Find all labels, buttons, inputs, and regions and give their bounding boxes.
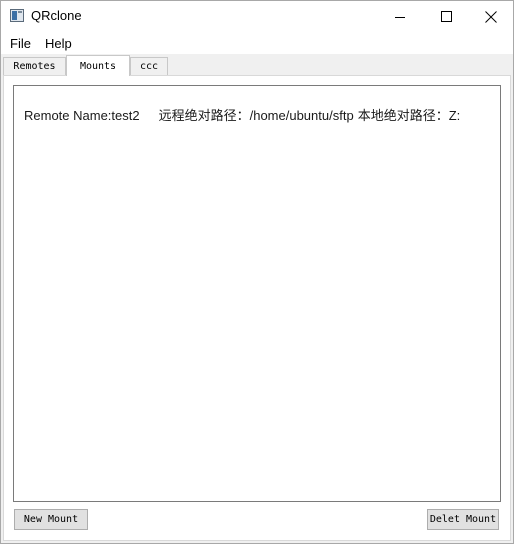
remote-path: 远程绝对路径：/home/ubuntu/sftp (158, 108, 354, 123)
tab-mounts[interactable]: Mounts (66, 55, 130, 76)
delete-mount-button[interactable]: Delet Mount (427, 509, 499, 530)
maximize-icon (440, 11, 452, 22)
window-title: QRclone (31, 8, 82, 23)
new-mount-button[interactable]: New Mount (14, 509, 88, 530)
minimize-icon (395, 16, 405, 18)
close-icon (485, 10, 497, 23)
app-window: QRclone File Help Remotes Mounts ccc Rem… (0, 0, 514, 544)
tab-ccc[interactable]: ccc (130, 57, 168, 75)
list-item[interactable]: Remote Name:test2 远程绝对路径：/home/ubuntu/sft… (24, 105, 460, 124)
app-icon (10, 9, 24, 22)
local-path: 本地绝对路径：Z: (357, 108, 461, 123)
maximize-button[interactable] (423, 1, 469, 32)
menu-bar: File Help (1, 32, 513, 54)
mount-list[interactable]: Remote Name:test2 远程绝对路径：/home/ubuntu/sft… (13, 85, 501, 502)
close-button[interactable] (468, 1, 514, 32)
minimize-button[interactable] (377, 1, 423, 32)
menu-file[interactable]: File (10, 36, 31, 51)
title-bar[interactable]: QRclone (1, 1, 513, 32)
remote-name: Remote Name:test2 (24, 108, 140, 123)
tab-remotes[interactable]: Remotes (3, 57, 66, 75)
menu-help[interactable]: Help (45, 36, 72, 51)
